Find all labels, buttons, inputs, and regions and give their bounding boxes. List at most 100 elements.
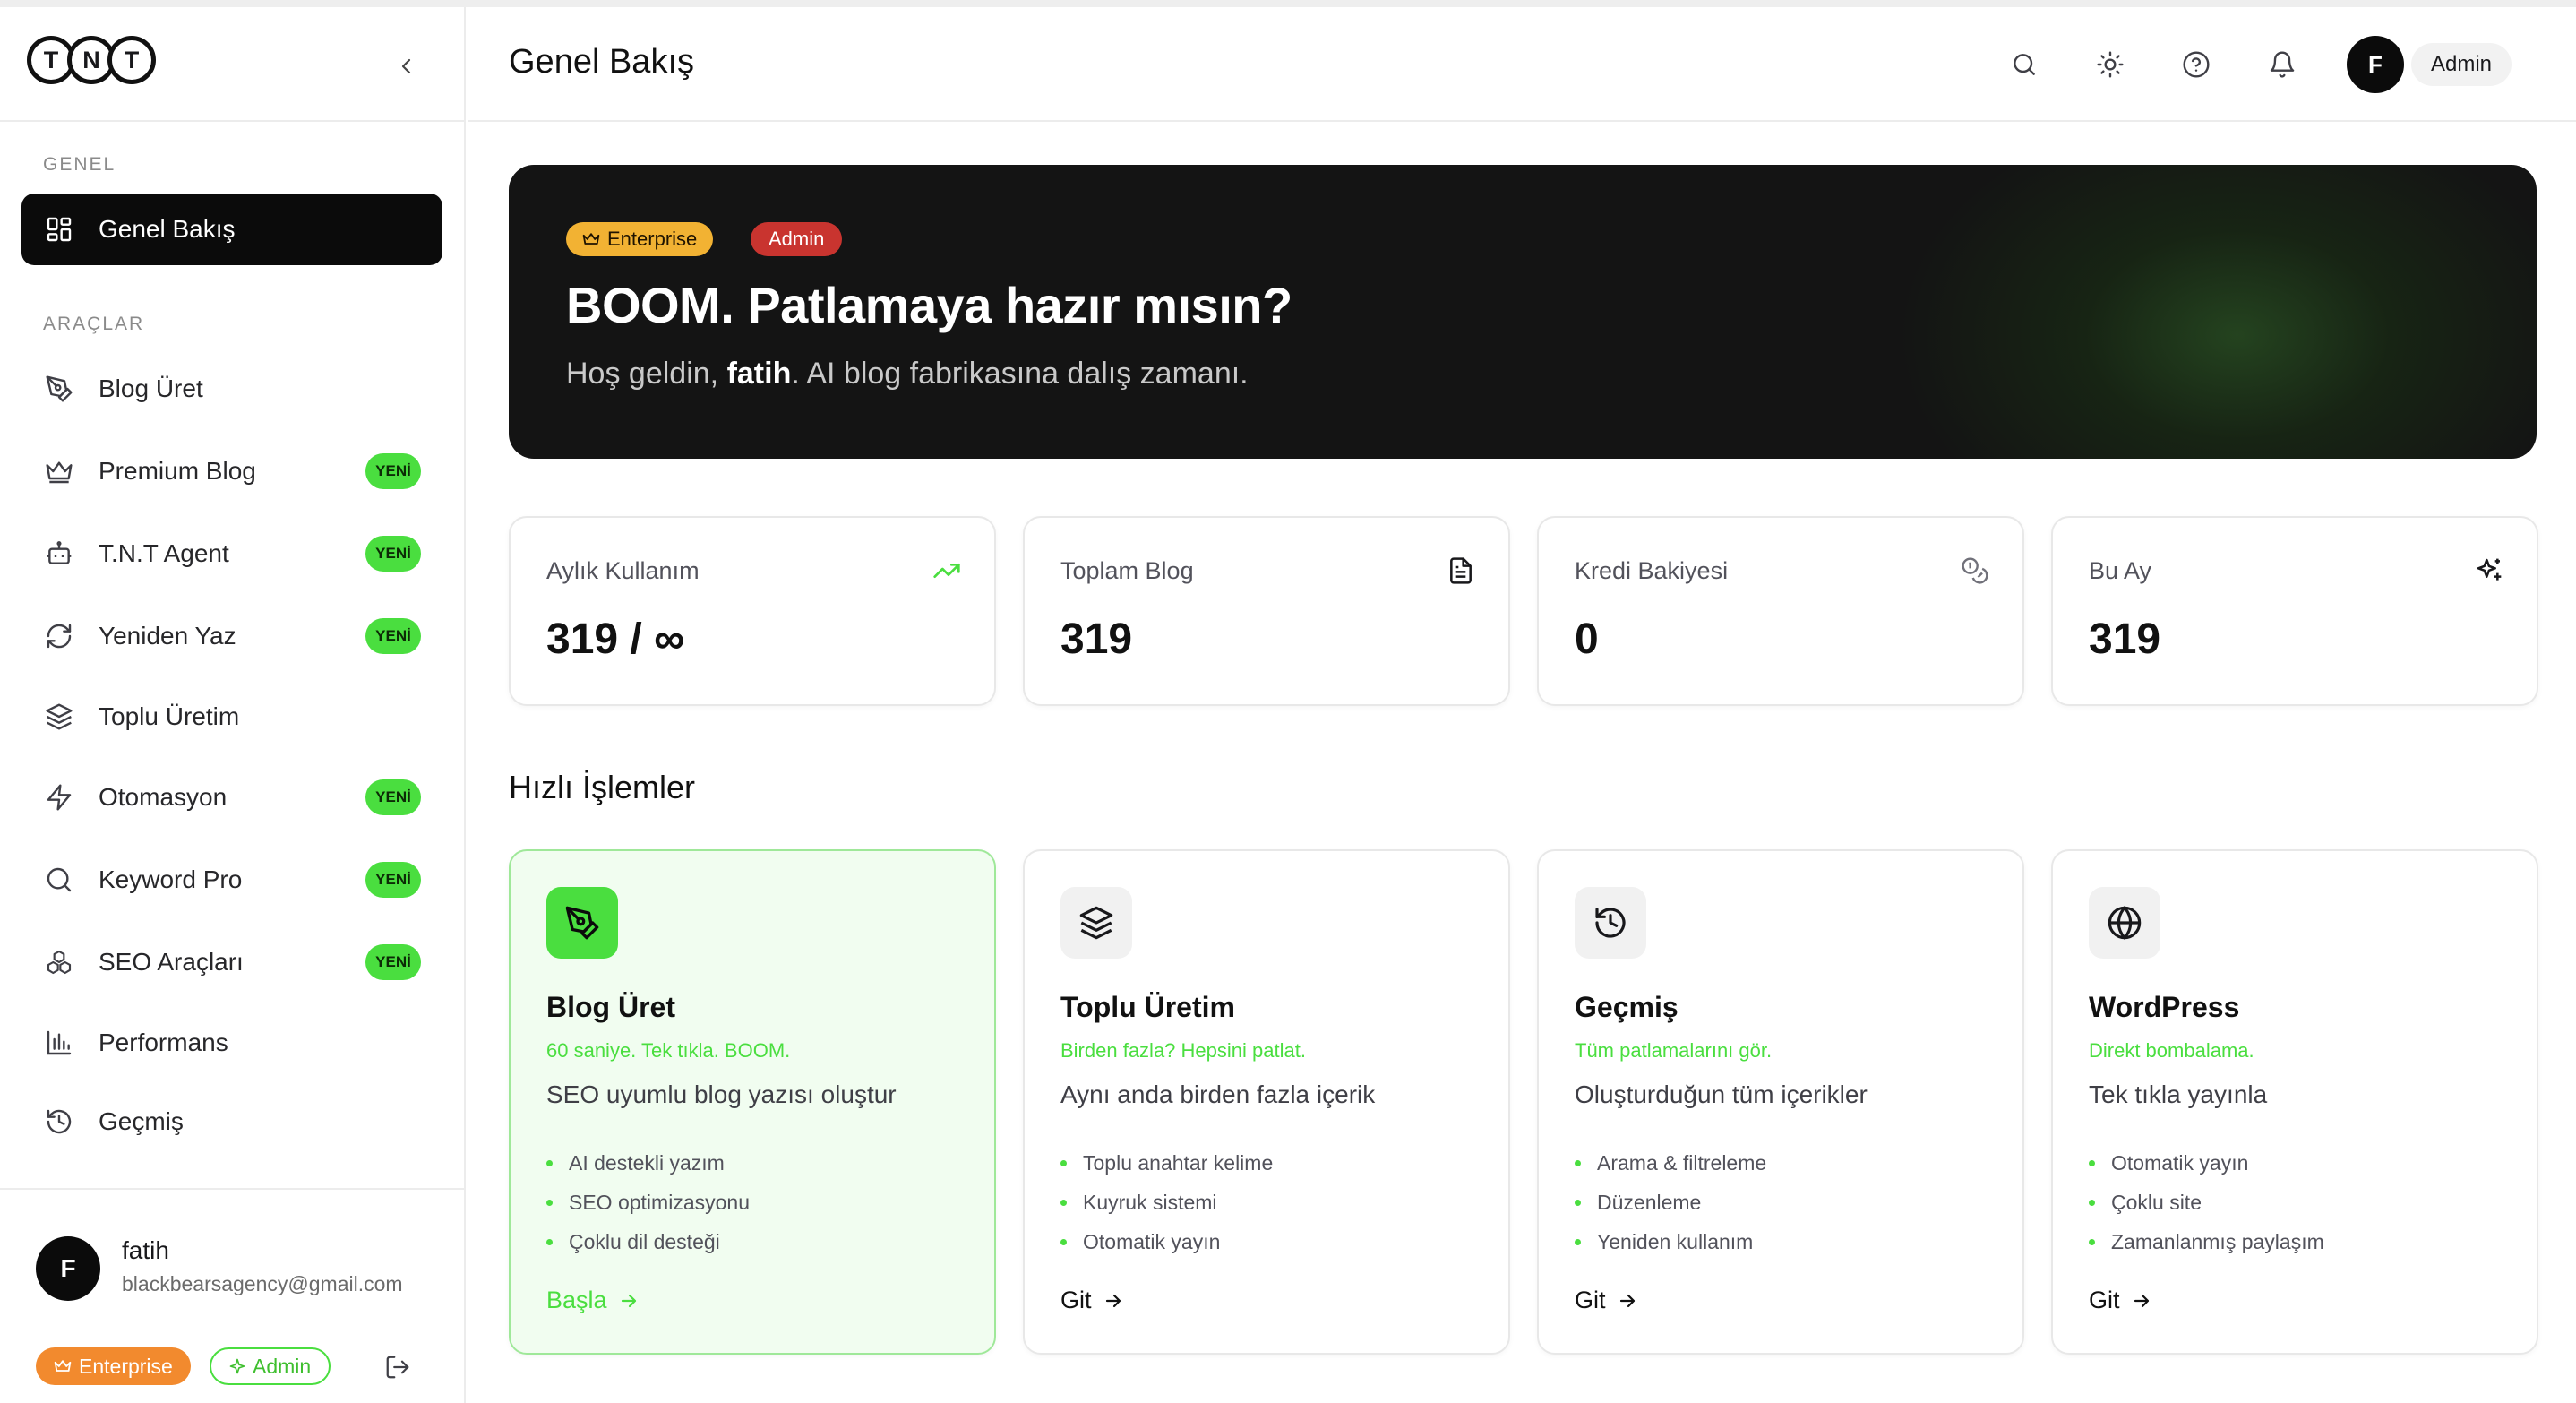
sidebar-item-performans[interactable]: Performans (21, 1007, 442, 1079)
new-badge: YENİ (365, 453, 421, 489)
card-icon-container (1575, 887, 1646, 959)
sidebar-item-label: Geçmiş (99, 1107, 184, 1135)
action-card-wordpress[interactable]: WordPress Direkt bombalama. Tek tıkla ya… (2051, 849, 2538, 1355)
crown-icon (582, 233, 600, 245)
avatar[interactable]: F (2347, 36, 2404, 93)
bullet-dot (2089, 1199, 2095, 1206)
arrow-right-icon (2134, 1294, 2149, 1307)
layers-icon (1079, 906, 1113, 940)
logout-icon (386, 1356, 409, 1379)
logo-letter-t2: T (107, 36, 156, 84)
sidebar-item-label: T.N.T Agent (99, 539, 229, 567)
feature-label: Otomatik yayın (1083, 1229, 1221, 1253)
stat-value: 319 (1060, 615, 1133, 663)
stat-value: 319 / ∞ (546, 615, 685, 663)
list-item: Yeniden kullanım (1575, 1222, 1766, 1261)
sidebar-item-blog-uret[interactable]: Blog Üret (21, 353, 442, 425)
logout-button[interactable] (380, 1349, 416, 1385)
trending-up-icon (932, 555, 962, 586)
user-role-button[interactable]: Admin (2411, 43, 2512, 86)
bullet-dot (1060, 1238, 1067, 1245)
crown-icon (43, 455, 75, 487)
feature-label: Çoklu site (2111, 1190, 2202, 1214)
notifications-button[interactable] (2264, 47, 2300, 82)
tnt-logo[interactable]: T N T (27, 36, 156, 84)
help-button[interactable] (2178, 47, 2214, 82)
window-top-edge (0, 0, 2576, 7)
feature-list: AI destekli yazım SEO optimizasyonu Çokl… (546, 1143, 750, 1261)
new-badge: YENİ (365, 618, 421, 654)
feature-label: Otomatik yayın (2111, 1150, 2249, 1175)
dashboard-icon (43, 213, 75, 245)
stat-card-this-month: Bu Ay 319 (2051, 516, 2538, 706)
bullet-dot (546, 1159, 553, 1166)
sidebar: T N T GENEL Genel Bakış ARAÇLAR Blog Üre… (0, 7, 466, 1403)
feature-label: SEO optimizasyonu (569, 1190, 750, 1214)
arrow-right-icon (621, 1294, 636, 1307)
list-item: Çoklu dil desteği (546, 1222, 750, 1261)
enterprise-badge-label: Enterprise (79, 1354, 173, 1378)
avatar[interactable]: F (36, 1236, 100, 1301)
stat-label: Bu Ay (2089, 557, 2152, 584)
chevron-left-icon (401, 58, 411, 74)
sidebar-item-gecmis[interactable]: Geçmiş (21, 1086, 442, 1158)
feature-label: Düzenleme (1597, 1190, 1702, 1214)
new-badge: YENİ (365, 779, 421, 815)
list-item: Arama & filtreleme (1575, 1143, 1766, 1183)
list-item: Otomatik yayın (2089, 1143, 2324, 1183)
feature-label: Kuyruk sistemi (1083, 1190, 1217, 1214)
sidebar-item-yeniden-yaz[interactable]: Yeniden Yaz YENİ (21, 600, 442, 672)
sidebar-item-label: SEO Araçları (99, 948, 244, 976)
card-description: Tek tıkla yayınla (2089, 1080, 2268, 1108)
sidebar-item-otomasyon[interactable]: Otomasyon YENİ (21, 762, 442, 833)
action-card-toplu-uretim[interactable]: Toplu Üretim Birden fazla? Hepsini patla… (1023, 849, 1510, 1355)
bullet-dot (546, 1199, 553, 1206)
collapse-sidebar-button[interactable] (391, 50, 423, 82)
sidebar-item-premium-blog[interactable]: Premium Blog YENİ (21, 435, 442, 507)
sidebar-item-tnt-agent[interactable]: T.N.T Agent YENİ (21, 518, 442, 590)
sidebar-item-overview[interactable]: Genel Bakış (21, 194, 442, 265)
bullet-dot (2089, 1159, 2095, 1166)
stat-label: Aylık Kullanım (546, 557, 700, 584)
bar-chart-icon (43, 1027, 75, 1059)
sidebar-item-label: Toplu Üretim (99, 702, 240, 730)
refresh-icon (43, 620, 75, 652)
feature-list: Arama & filtreleme Düzenleme Yeniden kul… (1575, 1143, 1766, 1261)
list-item: SEO optimizasyonu (546, 1183, 750, 1222)
sidebar-item-seo-araclari[interactable]: SEO Araçları YENİ (21, 926, 442, 998)
help-icon (2183, 51, 2210, 78)
stat-card-total-blog: Toplam Blog 319 (1023, 516, 1510, 706)
sidebar-item-keyword-pro[interactable]: Keyword Pro YENİ (21, 844, 442, 916)
card-tagline: Tüm patlamalarını gör. (1575, 1039, 1773, 1062)
go-link[interactable]: Git (2089, 1287, 2152, 1314)
file-text-icon (1446, 555, 1476, 586)
card-title: Blog Üret (546, 991, 675, 1023)
new-badge: YENİ (365, 944, 421, 980)
cubes-icon (43, 946, 75, 978)
new-badge: YENİ (365, 862, 421, 898)
cta-label: Başla (546, 1287, 607, 1313)
list-item: AI destekli yazım (546, 1143, 750, 1183)
feature-label: Yeniden kullanım (1597, 1229, 1754, 1253)
list-item: Çoklu site (2089, 1183, 2324, 1222)
welcome-hero: Enterprise Admin BOOM. Patlamaya hazır m… (509, 165, 2537, 459)
search-button[interactable] (2006, 47, 2042, 82)
go-link[interactable]: Git (1575, 1287, 1638, 1314)
sidebar-item-label: Yeniden Yaz (99, 622, 236, 650)
feature-label: Arama & filtreleme (1597, 1150, 1767, 1175)
list-item: Kuyruk sistemi (1060, 1183, 1273, 1222)
go-link[interactable]: Git (1060, 1287, 1124, 1314)
hero-username: fatih (726, 357, 792, 391)
action-card-blog-uret[interactable]: Blog Üret 60 saniye. Tek tıkla. BOOM. SE… (509, 849, 996, 1355)
section-title-tools: ARAÇLAR (43, 314, 145, 334)
card-icon-container (1060, 887, 1132, 959)
new-badge: YENİ (365, 536, 421, 572)
sidebar-item-toplu-uretim[interactable]: Toplu Üretim (21, 681, 442, 753)
action-card-gecmis[interactable]: Geçmiş Tüm patlamalarını gör. Oluşturduğ… (1537, 849, 2024, 1355)
sidebar-item-label: Otomasyon (99, 783, 228, 811)
start-link[interactable]: Başla (546, 1287, 640, 1314)
bot-icon (43, 538, 75, 570)
feature-list: Toplu anahtar kelime Kuyruk sistemi Otom… (1060, 1143, 1273, 1261)
theme-toggle-button[interactable] (2092, 47, 2128, 82)
hero-subtitle: Hoş geldin, fatih. AI blog fabrikasına d… (566, 357, 1249, 392)
